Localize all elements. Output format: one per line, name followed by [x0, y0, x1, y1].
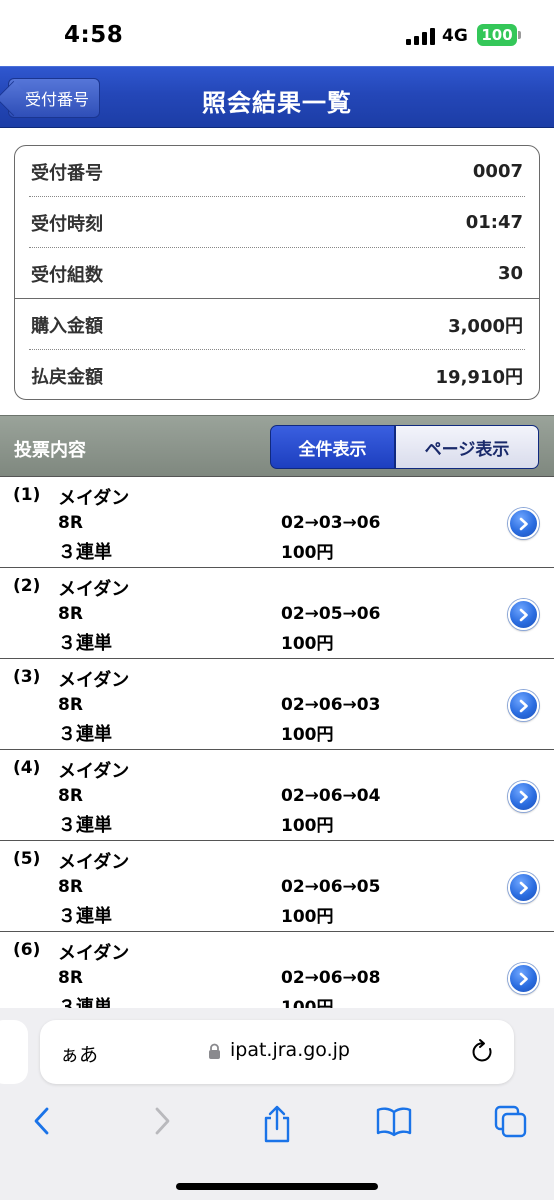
bet-row[interactable]: (2) メイダン 8R ３連単 02→05→06 100円 [0, 568, 554, 659]
bet-row[interactable]: (4) メイダン 8R ３連単 02→06→04 100円 [0, 750, 554, 841]
bet-combination: 02→06→05 [281, 877, 381, 897]
section-title: 投票内容 [14, 440, 86, 461]
race-number: 8R [58, 968, 83, 988]
race-venue: メイダン [58, 579, 130, 600]
bet-number: (4) [13, 758, 41, 778]
tab-page-view[interactable]: ページ表示 [395, 425, 539, 469]
race-venue: メイダン [58, 761, 130, 782]
bet-amount: 100円 [281, 998, 334, 1008]
info-row-combination-count: 受付組数 30 [15, 248, 539, 299]
lock-icon [209, 1043, 220, 1059]
bet-type: ３連単 [58, 633, 112, 654]
info-label: 受付番号 [31, 162, 103, 184]
share-icon[interactable] [260, 1104, 294, 1144]
bet-row[interactable]: (1) メイダン 8R ３連単 02→03→06 100円 [0, 477, 554, 568]
race-number: 8R [58, 695, 83, 715]
info-row-purchase-amount: 購入金額 3,000円 [15, 299, 539, 350]
info-label: 受付時刻 [31, 213, 103, 235]
screen: 4:58 4G 100 受付番号 照会結果一覧 受付番号 0007 受付時刻 0… [0, 0, 554, 1200]
bet-amount: 100円 [281, 725, 334, 745]
bet-number: (6) [13, 940, 41, 960]
battery-nub [518, 31, 521, 39]
info-value: 01:47 [465, 212, 523, 233]
chevron-right-circle-icon[interactable] [508, 872, 539, 903]
battery-level: 100 [481, 26, 513, 44]
race-venue: メイダン [58, 943, 130, 964]
info-label: 払戻金額 [31, 366, 103, 388]
home-indicator [176, 1183, 378, 1190]
bet-number: (5) [13, 849, 41, 869]
receipt-summary-card: 受付番号 0007 受付時刻 01:47 受付組数 30 購入金額 3,000円… [14, 145, 540, 400]
browser-address-bar: ぁあ ipat.jra.go.jp [0, 1008, 554, 1096]
chevron-right-circle-icon[interactable] [508, 508, 539, 539]
network-type: 4G [442, 26, 468, 46]
race-number: 8R [58, 877, 83, 897]
bet-type: ３連単 [58, 542, 112, 563]
bet-combination: 02→03→06 [281, 513, 381, 533]
race-venue: メイダン [58, 488, 130, 509]
info-row-receipt-time: 受付時刻 01:47 [15, 197, 539, 248]
previous-tab-card[interactable] [0, 1020, 28, 1084]
bet-type: ３連単 [58, 724, 112, 745]
race-venue: メイダン [58, 852, 130, 873]
race-venue: メイダン [58, 670, 130, 691]
chevron-right-circle-icon[interactable] [508, 963, 539, 994]
bet-amount: 100円 [281, 907, 334, 927]
bet-type: ３連単 [58, 815, 112, 836]
tabs-icon[interactable] [493, 1104, 529, 1140]
info-row-receipt-number: 受付番号 0007 [15, 146, 539, 197]
info-value: 19,910円 [435, 366, 523, 388]
bet-list: (1) メイダン 8R ３連単 02→03→06 100円 (2) メイダン 8… [0, 477, 554, 1008]
url-field[interactable]: ぁあ ipat.jra.go.jp [40, 1020, 514, 1084]
info-value: 3,000円 [448, 315, 523, 337]
forward-arrow-icon[interactable] [148, 1104, 176, 1138]
page-settings-button[interactable]: ぁあ [60, 1040, 98, 1067]
bet-type: ３連単 [58, 906, 112, 927]
bet-number: (1) [13, 485, 41, 505]
chevron-right-circle-icon[interactable] [508, 599, 539, 630]
bet-number: (2) [13, 576, 41, 596]
bet-combination: 02→06→03 [281, 695, 381, 715]
status-bar: 4:58 4G 100 [0, 0, 554, 66]
section-header: 投票内容 全件表示 ページ表示 [0, 415, 554, 477]
bet-amount: 100円 [281, 543, 334, 563]
back-arrow-icon[interactable] [28, 1104, 56, 1138]
tab-show-all[interactable]: 全件表示 [270, 425, 395, 469]
info-value: 0007 [472, 161, 523, 182]
bet-row[interactable]: (3) メイダン 8R ３連単 02→06→03 100円 [0, 659, 554, 750]
info-row-payout-amount: 払戻金額 19,910円 [15, 350, 539, 399]
race-number: 8R [58, 604, 83, 624]
chevron-right-circle-icon[interactable] [508, 690, 539, 721]
bet-combination: 02→06→08 [281, 968, 381, 988]
info-value: 30 [497, 263, 523, 284]
bet-row[interactable]: (6) メイダン 8R ３連単 02→06→08 100円 [0, 932, 554, 1008]
back-button-label: 受付番号 [25, 90, 90, 109]
bet-type: ３連単 [58, 997, 112, 1008]
chevron-right-circle-icon[interactable] [508, 781, 539, 812]
bet-number: (3) [13, 667, 41, 687]
bet-amount: 100円 [281, 634, 334, 654]
bet-amount: 100円 [281, 816, 334, 836]
nav-header: 受付番号 照会結果一覧 [0, 66, 554, 128]
bet-combination: 02→05→06 [281, 604, 381, 624]
info-label: 受付組数 [31, 264, 103, 286]
info-label: 購入金額 [31, 315, 103, 337]
signal-icon [406, 28, 436, 45]
race-number: 8R [58, 786, 83, 806]
reload-icon[interactable] [470, 1038, 496, 1066]
race-number: 8R [58, 513, 83, 533]
status-time: 4:58 [64, 22, 124, 48]
bookmarks-icon[interactable] [375, 1104, 413, 1138]
battery-icon: 100 [477, 24, 517, 46]
bet-combination: 02→06→04 [281, 786, 381, 806]
bet-row[interactable]: (5) メイダン 8R ３連単 02→06→05 100円 [0, 841, 554, 932]
url-text: ipat.jra.go.jp [230, 1039, 350, 1061]
